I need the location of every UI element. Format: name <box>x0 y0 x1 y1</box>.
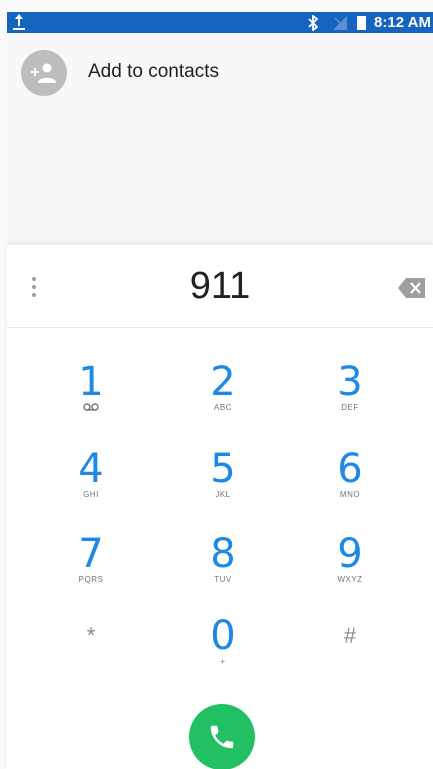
backspace-icon[interactable] <box>397 277 427 299</box>
key-0[interactable]: 0 + <box>173 581 273 666</box>
key-symbol: * <box>86 623 96 648</box>
key-1[interactable]: 1 <box>41 327 141 411</box>
key-digit: 7 <box>78 531 104 577</box>
key-digit: 9 <box>337 531 363 577</box>
key-pound[interactable]: # <box>300 581 400 661</box>
key-6[interactable]: 6 MNO <box>300 414 400 499</box>
upload-icon <box>13 14 25 30</box>
key-symbol: # <box>343 623 357 648</box>
key-letters: GHI <box>83 490 99 499</box>
key-5[interactable]: 5 JKL <box>173 414 273 499</box>
key-letters: + <box>220 657 226 666</box>
call-button[interactable] <box>189 704 255 769</box>
key-digit: 5 <box>210 446 236 492</box>
key-3[interactable]: 3 DEF <box>300 327 400 412</box>
add-to-contacts-label: Add to contacts <box>88 61 219 82</box>
key-digit: 4 <box>78 446 104 492</box>
key-4[interactable]: 4 GHI <box>41 414 141 499</box>
phone-icon <box>210 725 234 749</box>
key-9[interactable]: 9 WXYZ <box>300 499 400 584</box>
add-person-icon <box>21 50 67 96</box>
key-digit: 6 <box>337 446 363 492</box>
key-letters: MNO <box>339 490 361 499</box>
key-digit: 1 <box>78 359 104 405</box>
key-letters: DEF <box>341 403 359 412</box>
key-letters: JKL <box>215 490 231 499</box>
key-star[interactable]: * <box>41 581 141 661</box>
status-time: 8:12 AM <box>374 14 431 31</box>
battery-icon <box>357 15 367 30</box>
dialer-screen: 8:12 AM Add to contacts 911 1 2 ABC 3 DE… <box>0 0 433 769</box>
bluetooth-icon <box>308 14 319 31</box>
dialpad: 911 1 2 ABC 3 DEF 4 GHI 5 JKL 6 MNO 7 PQ… <box>7 245 433 769</box>
key-7[interactable]: 7 PQRS <box>41 499 141 584</box>
digits-row: 911 <box>7 245 433 328</box>
status-bar: 8:12 AM <box>7 12 433 33</box>
key-2[interactable]: 2 ABC <box>173 327 273 412</box>
key-digit: 2 <box>210 359 236 405</box>
key-digit: 3 <box>337 359 363 405</box>
key-digit: 0 <box>210 613 236 659</box>
status-icons: 8:12 AM <box>307 12 433 33</box>
key-digit: 8 <box>210 531 236 577</box>
contacts-area: Add to contacts <box>7 33 433 245</box>
dialed-digits[interactable]: 911 <box>7 265 433 308</box>
key-letters: ABC <box>214 403 232 412</box>
key-8[interactable]: 8 TUV <box>173 499 273 584</box>
no-signal-icon <box>333 15 348 30</box>
add-to-contacts-row[interactable]: Add to contacts <box>7 48 433 98</box>
